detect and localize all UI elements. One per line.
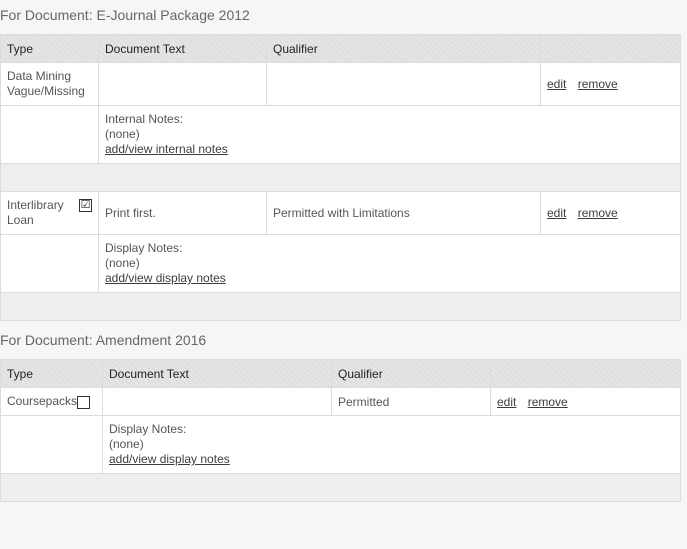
row-separator: [0, 473, 681, 502]
notes-label: Display Notes:: [109, 422, 187, 436]
edit-link[interactable]: edit: [547, 77, 566, 91]
type-cell: Data Mining Vague/Missing: [0, 62, 99, 106]
column-header-qualifier: Qualifier: [331, 359, 491, 388]
unchecked-checkbox-icon[interactable]: [77, 395, 91, 409]
table-header-row: Type Document Text Qualifier: [0, 34, 681, 63]
notes-value: (none): [109, 437, 144, 451]
table-row: Interlibrary Loan ☑ Print first. Permitt…: [0, 191, 681, 235]
qualifier-cell: [266, 62, 541, 106]
column-header-actions: [540, 34, 681, 63]
edit-link[interactable]: edit: [547, 206, 566, 220]
notes-row: Display Notes: (none) add/view display n…: [0, 415, 681, 474]
document-text-cell: [98, 62, 267, 106]
type-label: Vague/Missing: [7, 84, 85, 98]
type-label: Loan: [7, 213, 34, 227]
actions-cell: edit remove: [540, 62, 681, 106]
notes-row: Display Notes: (none) add/view display n…: [0, 234, 681, 293]
display-notes-link[interactable]: add/view display notes: [109, 452, 230, 466]
notes-label: Display Notes:: [105, 241, 183, 255]
type-label: Coursepacks: [7, 394, 78, 409]
column-header-actions: [490, 359, 681, 388]
type-cell: Interlibrary Loan ☑: [0, 191, 99, 235]
remove-link[interactable]: remove: [528, 395, 568, 409]
notes-label: Internal Notes:: [105, 112, 184, 126]
notes-cell: Display Notes: (none) add/view display n…: [98, 234, 681, 293]
notes-value: (none): [105, 127, 140, 141]
row-separator: [0, 163, 681, 192]
remove-link[interactable]: remove: [578, 206, 618, 220]
table-row: Coursepacks Permitted edit remove: [0, 387, 681, 416]
notes-value: (none): [105, 256, 140, 270]
edit-link[interactable]: edit: [497, 395, 516, 409]
license-terms-table: Type Document Text Qualifier Coursepacks…: [0, 359, 681, 502]
notes-row: Internal Notes: (none) add/view internal…: [0, 105, 681, 164]
column-header-document-text: Document Text: [98, 34, 267, 63]
actions-cell: edit remove: [540, 191, 681, 235]
document-text-cell: [102, 387, 332, 416]
qualifier-cell: Permitted with Limitations: [266, 191, 541, 235]
notes-cell: Internal Notes: (none) add/view internal…: [98, 105, 681, 164]
table-header-row: Type Document Text Qualifier: [0, 359, 681, 388]
column-header-type: Type: [0, 359, 103, 388]
display-notes-link[interactable]: add/view display notes: [105, 271, 226, 285]
remove-link[interactable]: remove: [578, 77, 618, 91]
document-text-cell: Print first.: [98, 191, 267, 235]
type-label: Data Mining: [7, 69, 72, 83]
license-terms-table: Type Document Text Qualifier Data Mining…: [0, 34, 681, 321]
row-separator: [0, 292, 681, 321]
qualifier-cell: Permitted: [331, 387, 491, 416]
type-cell: Coursepacks: [0, 387, 103, 416]
column-header-qualifier: Qualifier: [266, 34, 541, 63]
column-header-document-text: Document Text: [102, 359, 332, 388]
notes-cell: Display Notes: (none) add/view display n…: [102, 415, 681, 474]
document-heading: For Document: E-Journal Package 2012: [0, 7, 250, 23]
column-header-type: Type: [0, 34, 99, 63]
table-row: Data Mining Vague/Missing edit remove: [0, 62, 681, 106]
actions-cell: edit remove: [490, 387, 681, 416]
internal-notes-link[interactable]: add/view internal notes: [105, 142, 228, 156]
document-heading: For Document: Amendment 2016: [0, 332, 207, 348]
checked-checkbox-icon[interactable]: ☑: [79, 199, 92, 212]
